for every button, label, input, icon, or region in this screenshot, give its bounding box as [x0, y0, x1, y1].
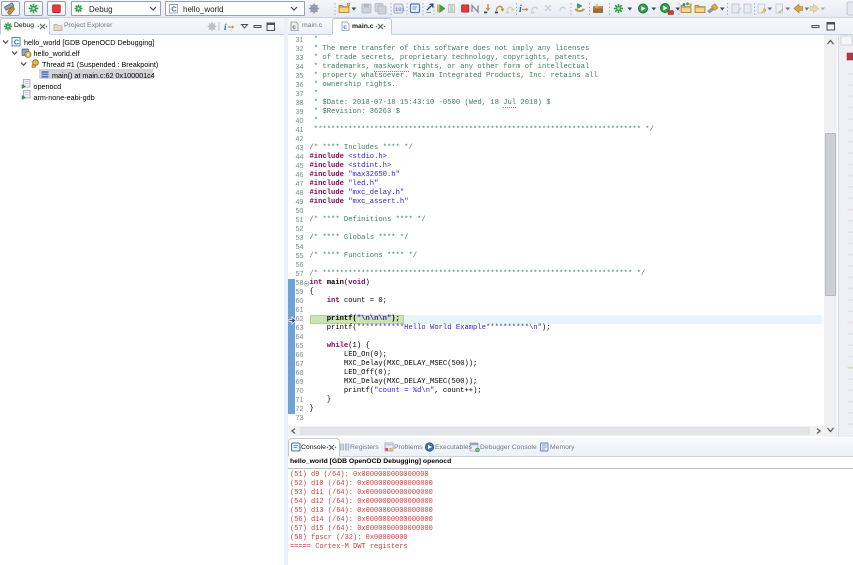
svg-text:c: c	[292, 24, 296, 31]
svg-text:i: i	[224, 22, 227, 32]
svg-text:C: C	[171, 5, 177, 14]
svg-text:c: c	[343, 24, 347, 31]
svg-text:C: C	[14, 40, 19, 47]
